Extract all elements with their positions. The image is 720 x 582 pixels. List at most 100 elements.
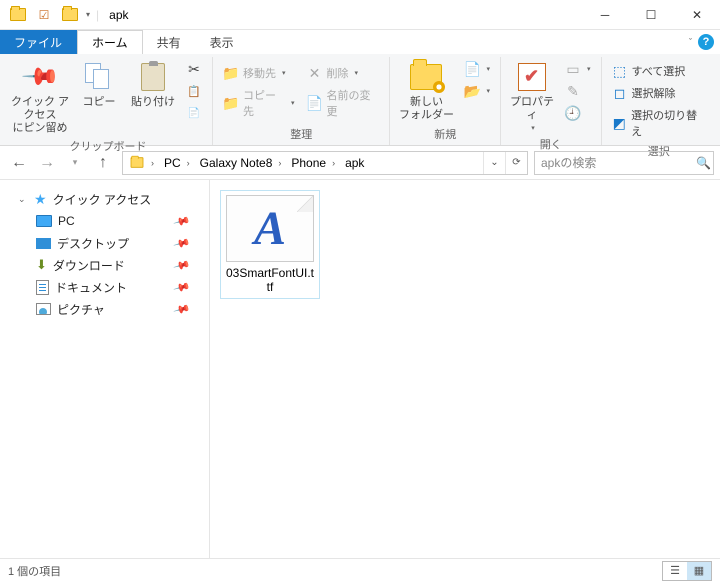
search-input[interactable]: [541, 156, 696, 170]
sidebar-item-pictures[interactable]: ピクチャ 📌: [4, 298, 205, 320]
group-label-organize: 整理: [219, 124, 383, 145]
copypath-icon: 📋: [186, 83, 202, 99]
pc-icon: [36, 215, 52, 227]
move-to-button[interactable]: 📁移動先▾: [219, 63, 299, 83]
easy-access-button[interactable]: 📂▾: [460, 81, 494, 101]
maximize-button[interactable]: ☐: [628, 0, 674, 30]
shortcut-icon: 📄: [186, 105, 202, 121]
tab-share[interactable]: 共有: [143, 30, 196, 54]
details-view-button[interactable]: ☰: [663, 562, 687, 580]
pin-icon: 📌: [173, 212, 191, 230]
cut-button[interactable]: ✂: [182, 59, 206, 79]
status-bar: 1 個の項目 ☰ ▦: [0, 558, 720, 582]
address-bar[interactable]: › PC › Galaxy Note8 › Phone › apk ⌄ ⟳: [122, 151, 528, 175]
edit-icon: ✎: [565, 83, 581, 99]
file-item[interactable]: A 03SmartFontUI.ttf: [220, 190, 320, 299]
group-new: 新しい フォルダー 📄▾ 📂▾ 新規: [390, 57, 501, 145]
pin-icon: 📌: [173, 278, 191, 296]
pin-label: クイック アクセス にピン留め: [10, 96, 70, 136]
copy-large-button[interactable]: コピー: [74, 57, 124, 109]
group-clipboard: 📌 クイック アクセス にピン留め コピー 貼り付け ✂ 📋 📄 クリップボード: [4, 57, 213, 145]
recent-locations-button[interactable]: ▾: [62, 150, 88, 176]
file-name: 03SmartFontUI.ttf: [225, 266, 315, 294]
search-icon: 🔍: [696, 156, 711, 170]
item-count: 1 個の項目: [8, 563, 61, 579]
copy-icon: [85, 63, 113, 91]
pin-icon: 📌: [173, 256, 191, 274]
forward-button[interactable]: →: [34, 150, 60, 176]
delete-button[interactable]: ✕削除▾: [303, 63, 384, 83]
up-button[interactable]: ↑: [90, 150, 116, 176]
body-area: ⌄ ★ クイック アクセス PC 📌 デスクトップ 📌 ⬇ ダウンロード 📌 ド…: [0, 180, 720, 558]
help-icon[interactable]: ?: [698, 34, 714, 50]
minimize-button[interactable]: ─: [582, 0, 628, 30]
qat-dropdown-icon[interactable]: ▾: [86, 10, 90, 19]
properties-icon: [518, 63, 546, 91]
chevron-right-icon[interactable]: ›: [274, 158, 285, 168]
history-button[interactable]: 🕘: [561, 103, 595, 123]
sidebar-item-downloads[interactable]: ⬇ ダウンロード 📌: [4, 254, 205, 276]
sidebar-quick-access[interactable]: ⌄ ★ クイック アクセス: [4, 188, 205, 210]
history-icon: 🕘: [565, 105, 581, 121]
folder-qat-icon: [60, 5, 80, 25]
sidebar-item-pc[interactable]: PC 📌: [4, 210, 205, 232]
breadcrumb-device[interactable]: Galaxy Note8: [194, 152, 275, 174]
breadcrumb-apk[interactable]: apk: [339, 152, 366, 174]
select-all-icon: ⬚: [612, 63, 628, 79]
properties-button[interactable]: プロパティ▾: [507, 57, 557, 134]
star-icon: ★: [34, 191, 47, 208]
file-view[interactable]: A 03SmartFontUI.ttf: [210, 180, 720, 558]
address-dropdown-button[interactable]: ⌄: [483, 152, 505, 174]
invert-icon: ◩: [612, 115, 628, 131]
new-folder-button[interactable]: 新しい フォルダー: [396, 57, 456, 122]
collapse-ribbon-icon[interactable]: ˇ: [689, 37, 692, 47]
chevron-right-icon[interactable]: ›: [147, 158, 158, 168]
edit-button[interactable]: ✎: [561, 81, 595, 101]
invert-selection-button[interactable]: ◩選択の切り替え: [608, 105, 710, 141]
group-open: プロパティ▾ ▭▾ ✎ 🕘 開く: [501, 57, 602, 145]
new-item-button[interactable]: 📄▾: [460, 59, 494, 79]
delete-icon: ✕: [307, 65, 323, 81]
copy-path-button[interactable]: 📋: [182, 81, 206, 101]
icons-view-button[interactable]: ▦: [687, 562, 711, 580]
window-title: apk: [99, 8, 128, 22]
document-icon: [36, 280, 49, 295]
back-button[interactable]: ←: [6, 150, 32, 176]
chevron-right-icon[interactable]: ›: [183, 158, 194, 168]
breadcrumb-pc[interactable]: PC: [158, 152, 183, 174]
quick-access-toolbar: ☑ ▾ |: [0, 5, 99, 25]
close-button[interactable]: ✕: [674, 0, 720, 30]
pictures-icon: [36, 303, 51, 315]
tab-view[interactable]: 表示: [196, 30, 249, 54]
easy-access-icon: 📂: [464, 83, 480, 99]
select-none-icon: ◻: [612, 85, 628, 101]
ribbon-tabs: ファイル ホーム 共有 表示 ˇ ?: [0, 30, 720, 54]
group-organize: 📁移動先▾ 📁コピー先▾ ✕削除▾ 📄名前の変更 整理: [213, 57, 390, 145]
select-none-button[interactable]: ◻選択解除: [608, 83, 710, 103]
chevron-right-icon[interactable]: ›: [328, 158, 339, 168]
cut-icon: ✂: [186, 61, 202, 77]
select-all-button[interactable]: ⬚すべて選択: [608, 61, 710, 81]
pin-to-quick-access-button[interactable]: 📌 クイック アクセス にピン留め: [10, 57, 70, 136]
tab-file[interactable]: ファイル: [0, 30, 77, 54]
sidebar-item-desktop[interactable]: デスクトップ 📌: [4, 232, 205, 254]
chevron-down-icon[interactable]: ⌄: [18, 194, 28, 205]
paste-label: 貼り付け: [131, 96, 175, 109]
breadcrumb-phone[interactable]: Phone: [285, 152, 328, 174]
group-label-new: 新規: [396, 124, 494, 145]
open-button[interactable]: ▭▾: [561, 59, 595, 79]
title-bar: ☑ ▾ | apk ─ ☐ ✕: [0, 0, 720, 30]
copy-to-button[interactable]: 📁コピー先▾: [219, 85, 299, 121]
refresh-button[interactable]: ⟳: [505, 152, 527, 174]
new-folder-icon: [410, 64, 442, 90]
sidebar-item-documents[interactable]: ドキュメント 📌: [4, 276, 205, 298]
properties-qat-button[interactable]: ☑: [34, 5, 54, 25]
copy-label: コピー: [83, 96, 116, 109]
paste-icon: [141, 63, 165, 91]
paste-shortcut-button[interactable]: 📄: [182, 103, 206, 123]
rename-button[interactable]: 📄名前の変更: [303, 85, 384, 121]
tab-home[interactable]: ホーム: [77, 30, 143, 54]
search-box[interactable]: 🔍: [534, 151, 714, 175]
paste-button[interactable]: 貼り付け: [128, 57, 178, 109]
view-toggle: ☰ ▦: [662, 561, 712, 581]
